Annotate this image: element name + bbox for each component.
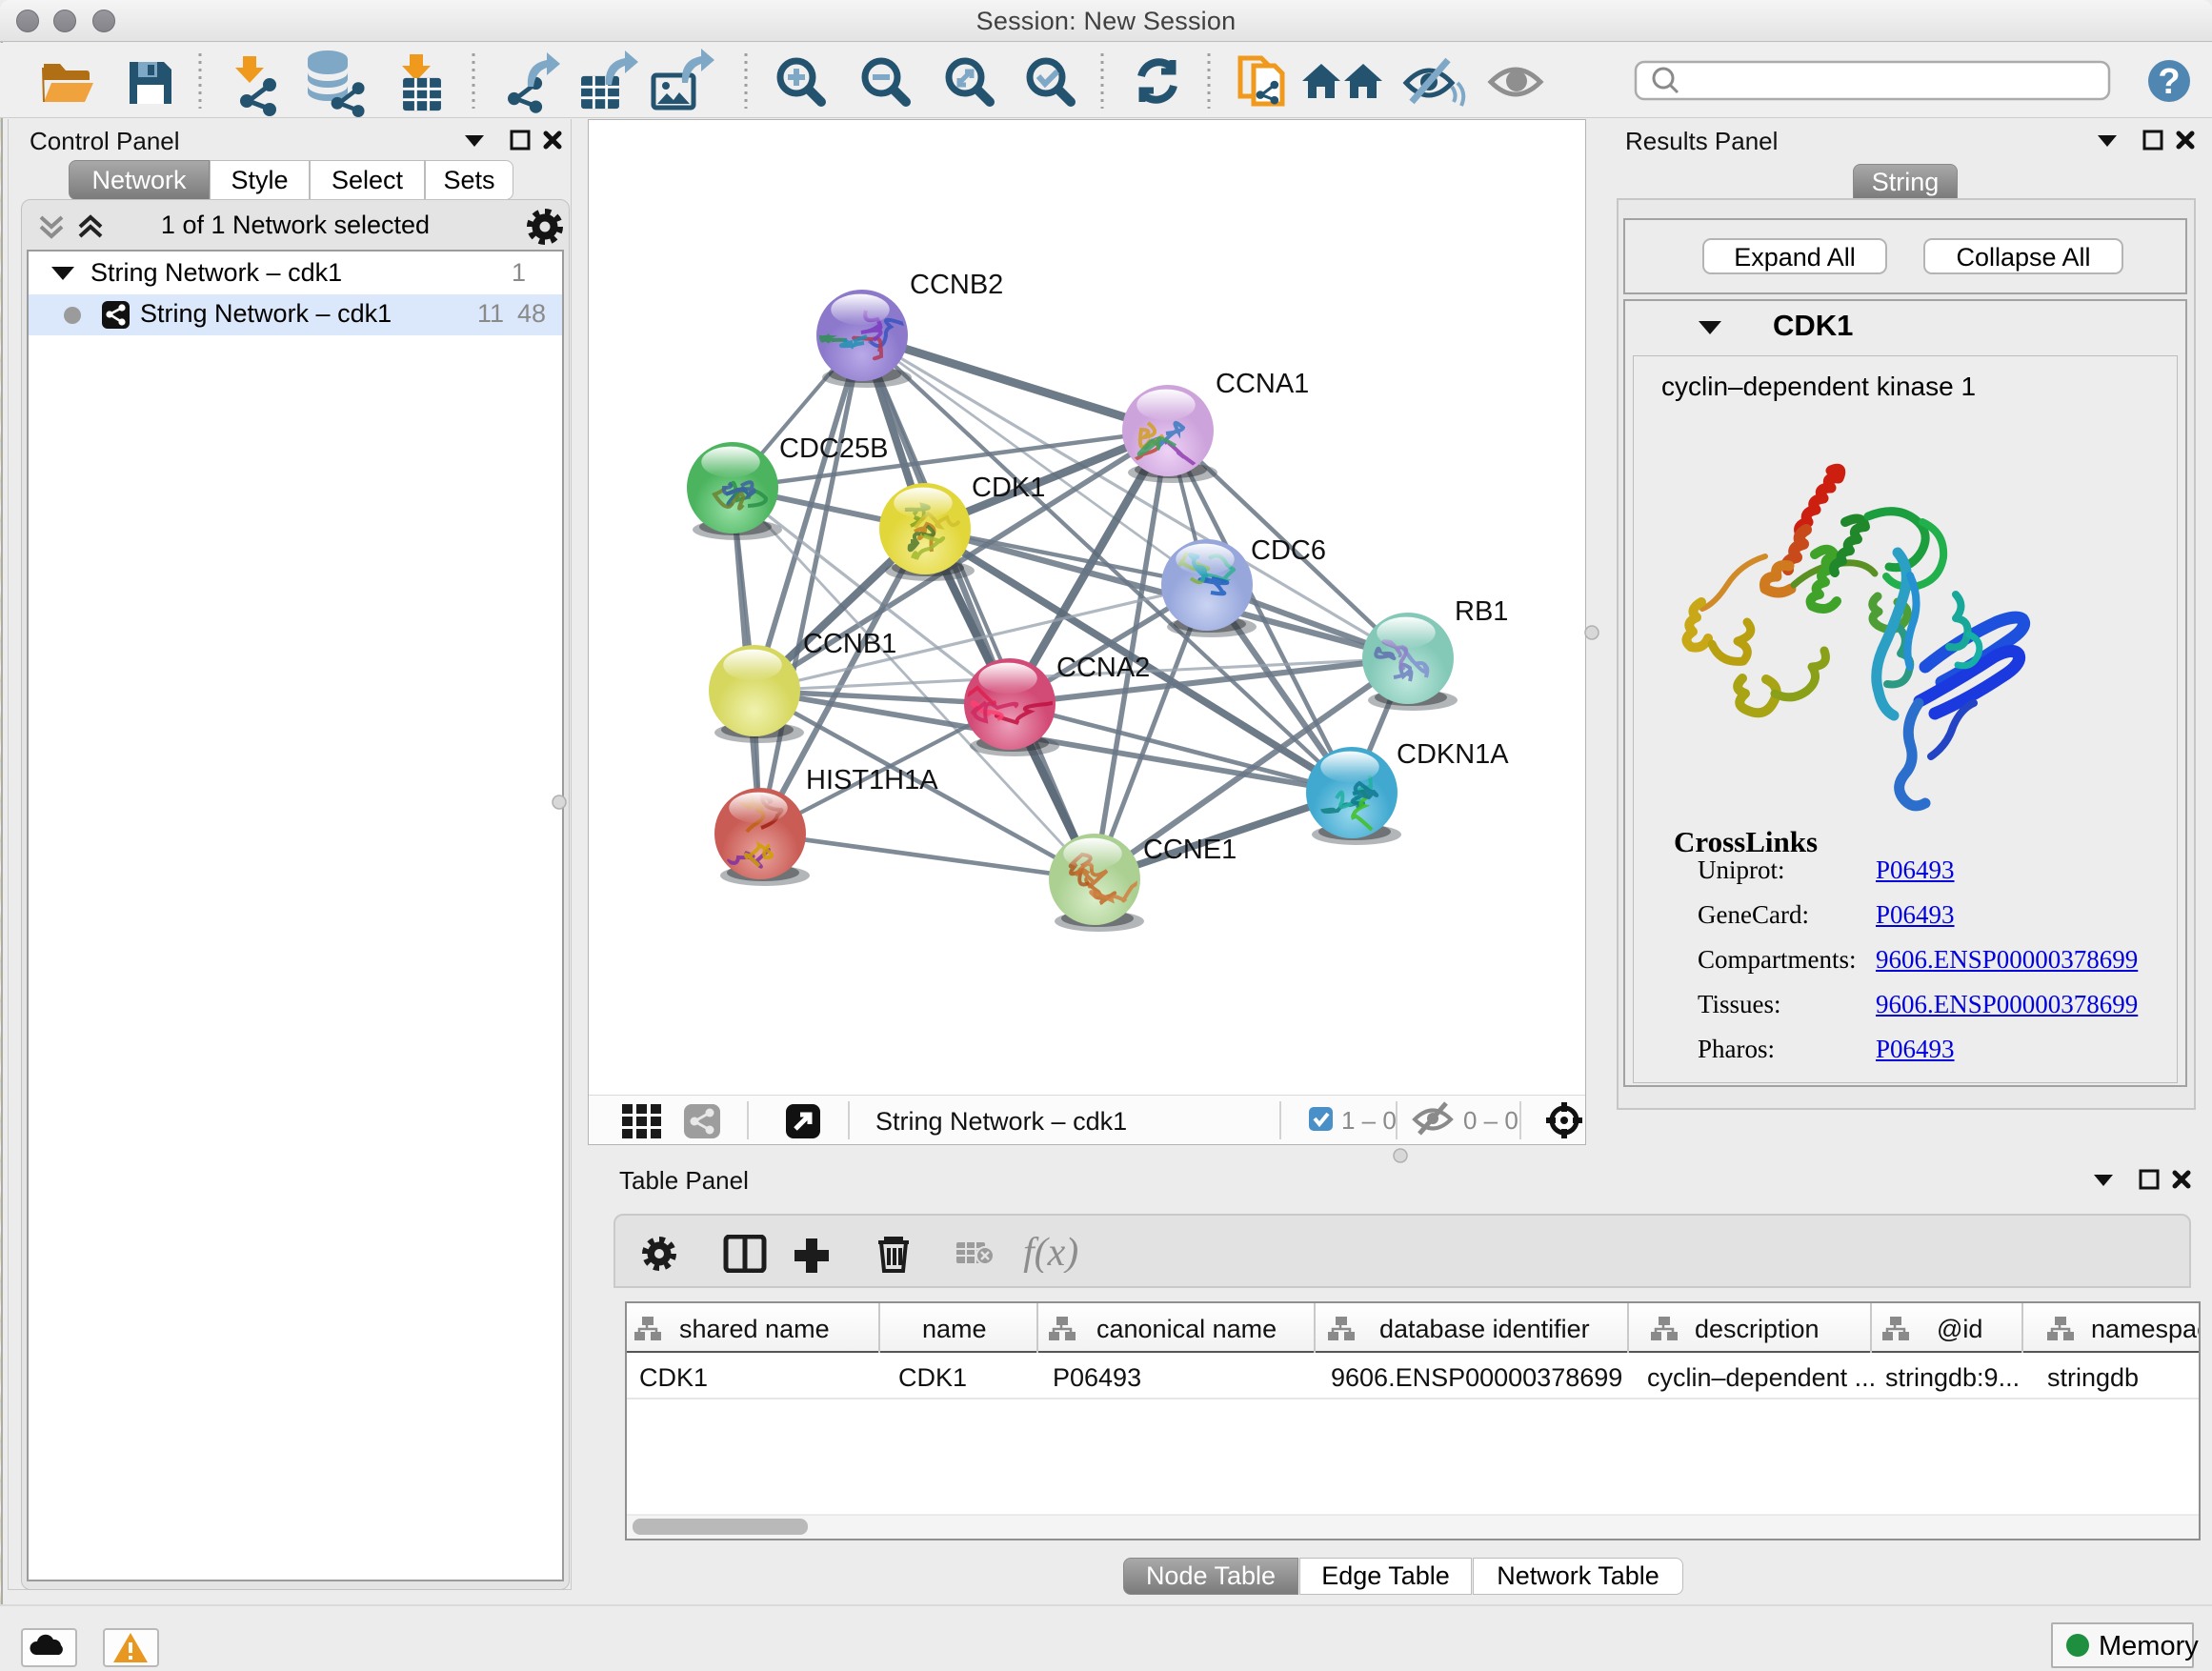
svg-text:1 – 0: 1 – 0 bbox=[1341, 1106, 1397, 1135]
svg-text:CCNB1: CCNB1 bbox=[803, 629, 896, 659]
svg-text:0 – 0: 0 – 0 bbox=[1463, 1106, 1518, 1135]
svg-text:CDC6: CDC6 bbox=[1251, 535, 1326, 566]
svg-text:f(x): f(x) bbox=[1023, 1235, 1078, 1273]
svg-text:name: name bbox=[922, 1315, 987, 1343]
svg-text:cyclin–dependent ...: cyclin–dependent ... bbox=[1647, 1363, 1876, 1392]
svg-text:canonical name: canonical name bbox=[1096, 1315, 1277, 1343]
svg-text:shared name: shared name bbox=[679, 1315, 830, 1343]
svg-text:9606.ENSP00000378699: 9606.ENSP00000378699 bbox=[1331, 1363, 1622, 1392]
svg-text:CDC25B: CDC25B bbox=[779, 433, 888, 464]
svg-text:CDK1: CDK1 bbox=[639, 1363, 708, 1392]
svg-text:database identifier: database identifier bbox=[1379, 1315, 1590, 1343]
svg-text:CCNA2: CCNA2 bbox=[1056, 653, 1150, 683]
svg-text:String Network – cdk1: String Network – cdk1 bbox=[875, 1107, 1127, 1136]
svg-text:description: description bbox=[1695, 1315, 1820, 1343]
svg-text:stringdb:9...: stringdb:9... bbox=[1885, 1363, 2020, 1392]
svg-text:@id: @id bbox=[1937, 1315, 1982, 1343]
svg-text:?: ? bbox=[2158, 62, 2180, 102]
svg-text:namespac: namespac bbox=[2091, 1315, 2201, 1343]
svg-text:RB1: RB1 bbox=[1455, 596, 1508, 627]
svg-text:CCNA1: CCNA1 bbox=[1216, 369, 1309, 399]
svg-text:CDK1: CDK1 bbox=[972, 473, 1045, 503]
svg-text:CDKN1A: CDKN1A bbox=[1397, 739, 1509, 770]
svg-text:HIST1H1A: HIST1H1A bbox=[806, 765, 938, 795]
svg-text:stringdb: stringdb bbox=[2047, 1363, 2139, 1392]
svg-text:CDK1: CDK1 bbox=[898, 1363, 967, 1392]
svg-text:P06493: P06493 bbox=[1053, 1363, 1141, 1392]
svg-text:CCNB2: CCNB2 bbox=[910, 270, 1003, 300]
svg-text:CCNE1: CCNE1 bbox=[1143, 835, 1237, 865]
